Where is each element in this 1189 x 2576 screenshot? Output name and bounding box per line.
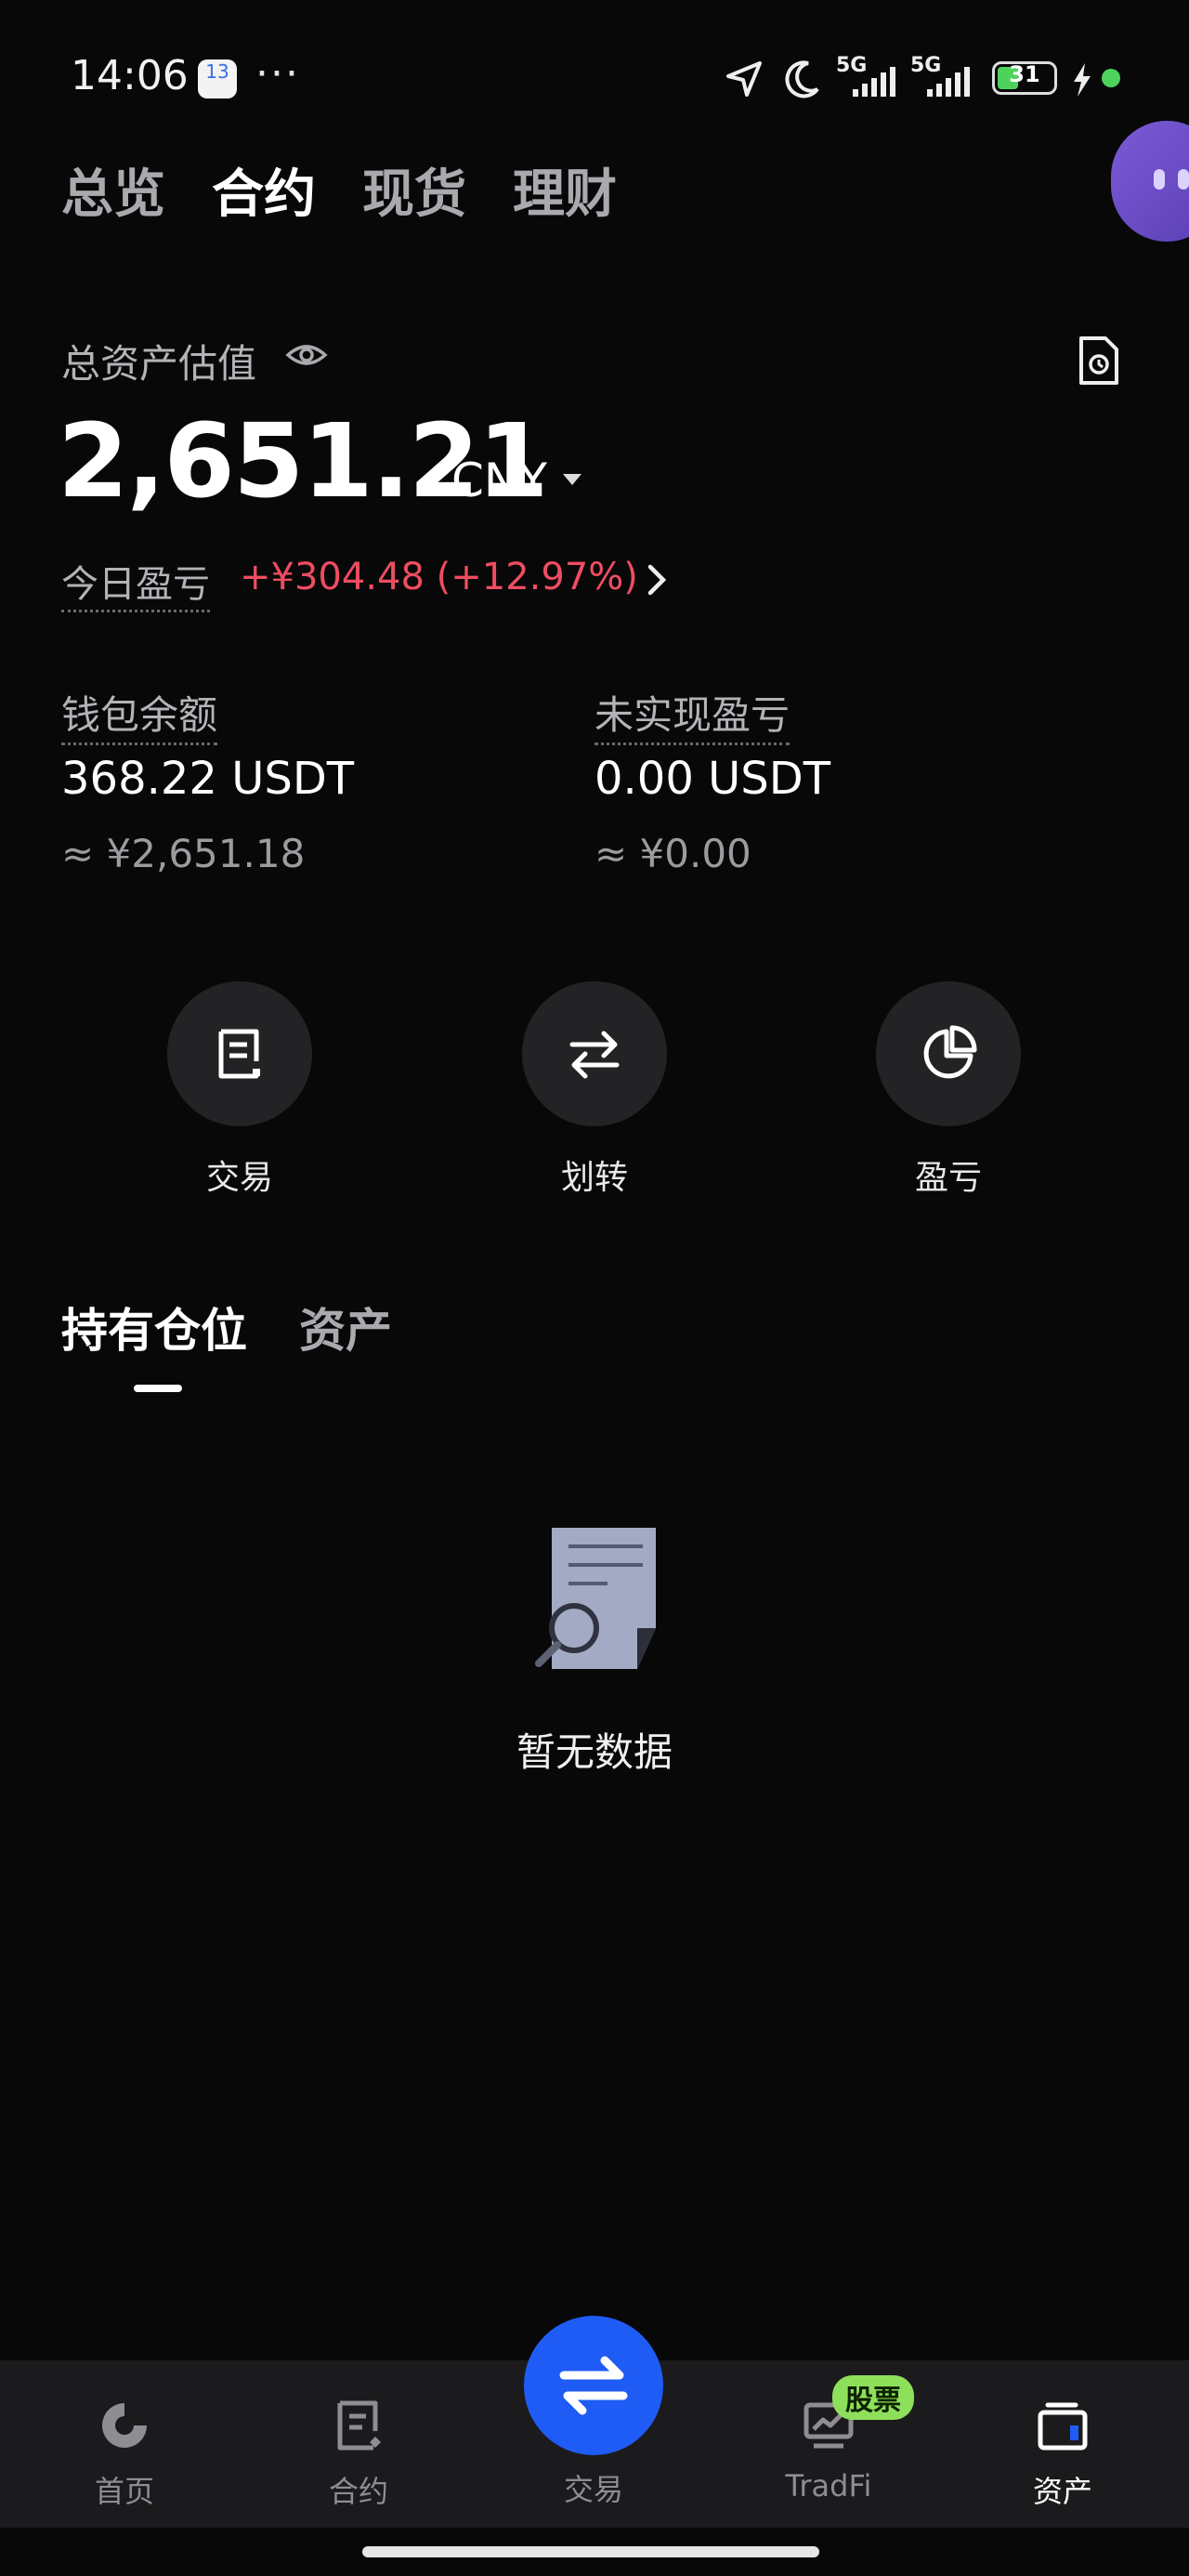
unrealized-pnl-cny: ≈ ¥0.00 bbox=[594, 831, 751, 876]
pnl-action-label: 盈亏 bbox=[914, 1159, 982, 1197]
wallet-balance-label[interactable]: 钱包余额 bbox=[61, 684, 218, 745]
tab-futures[interactable]: 合约 bbox=[212, 152, 316, 227]
status-bar: 14:06 13 ··· 5G 5G 31 bbox=[0, 0, 1189, 158]
eye-icon[interactable] bbox=[284, 338, 329, 372]
position-tab-bar: 持有仓位 资产 bbox=[61, 1294, 392, 1360]
tab-spot[interactable]: 现货 bbox=[362, 152, 466, 227]
nav-home[interactable]: 首页 bbox=[32, 2398, 217, 2511]
tab-assets[interactable]: 资产 bbox=[299, 1294, 392, 1360]
contract-icon bbox=[337, 2400, 381, 2451]
trade-fab-button[interactable] bbox=[524, 2316, 663, 2455]
mic-indicator-dot bbox=[1102, 69, 1120, 87]
status-time: 14:06 bbox=[71, 52, 189, 99]
today-pnl-value: +¥304.48 (+12.97%) bbox=[240, 556, 638, 598]
chevron-down-icon[interactable] bbox=[563, 474, 581, 485]
trade-action-label: 交易 bbox=[205, 1159, 273, 1197]
moon-icon bbox=[785, 60, 819, 99]
today-pnl-label[interactable]: 今日盈亏 bbox=[61, 554, 210, 612]
battery-icon: 31 bbox=[992, 61, 1057, 95]
home-indicator bbox=[362, 2546, 819, 2557]
transfer-icon bbox=[569, 1031, 620, 1079]
nav-home-label: 首页 bbox=[94, 2474, 154, 2509]
nav-assets-label: 资产 bbox=[1032, 2474, 1092, 2509]
tab-earn[interactable]: 理财 bbox=[513, 152, 617, 227]
trade-action-button[interactable]: 交易 bbox=[161, 981, 319, 1199]
transfer-action-button[interactable]: 划转 bbox=[516, 981, 673, 1199]
calendar-app-icon: 13 bbox=[198, 59, 237, 99]
nav-trade-label: 交易 bbox=[563, 2472, 623, 2507]
wallet-icon bbox=[1038, 2402, 1088, 2451]
charging-icon bbox=[1074, 63, 1091, 97]
tab-overview[interactable]: 总览 bbox=[61, 152, 165, 227]
pie-chart-icon bbox=[923, 1025, 977, 1079]
more-notifications-icon: ··· bbox=[255, 50, 300, 98]
wallet-balance-value: 368.22 USDT bbox=[61, 753, 355, 805]
nav-contract[interactable]: 合约 bbox=[266, 2398, 451, 2511]
empty-search-doc-icon bbox=[535, 1528, 656, 1669]
transfer-action-label: 划转 bbox=[560, 1159, 628, 1197]
empty-state-text: 暂无数据 bbox=[516, 1729, 673, 1775]
total-assets-label: 总资产估值 bbox=[61, 341, 257, 387]
history-doc-icon[interactable] bbox=[1076, 335, 1120, 387]
top-tab-bar: 总览 合约 现货 理财 bbox=[61, 152, 617, 227]
order-doc-icon bbox=[218, 1029, 260, 1079]
tab-positions[interactable]: 持有仓位 bbox=[61, 1294, 247, 1360]
signal-bars-icon bbox=[853, 67, 895, 97]
location-icon bbox=[726, 61, 762, 97]
unrealized-pnl-label[interactable]: 未实现盈亏 bbox=[594, 684, 790, 745]
chevron-right-icon[interactable] bbox=[645, 561, 669, 598]
nav-contract-label: 合约 bbox=[328, 2474, 388, 2509]
currency-selector[interactable]: CNY bbox=[451, 453, 547, 507]
nav-assets[interactable]: 资产 bbox=[970, 2398, 1156, 2511]
active-tab-indicator bbox=[134, 1385, 182, 1392]
wallet-balance-cny: ≈ ¥2,651.18 bbox=[61, 831, 306, 876]
stocks-badge: 股票 bbox=[832, 2375, 914, 2420]
trade-swap-icon bbox=[559, 2356, 628, 2415]
signal-bars-icon-2 bbox=[927, 67, 970, 97]
nav-tradfi-label: TradFi bbox=[785, 2468, 872, 2504]
home-icon bbox=[102, 2403, 147, 2448]
unrealized-pnl-value: 0.00 USDT bbox=[594, 753, 831, 805]
pnl-action-button[interactable]: 盈亏 bbox=[869, 981, 1027, 1199]
